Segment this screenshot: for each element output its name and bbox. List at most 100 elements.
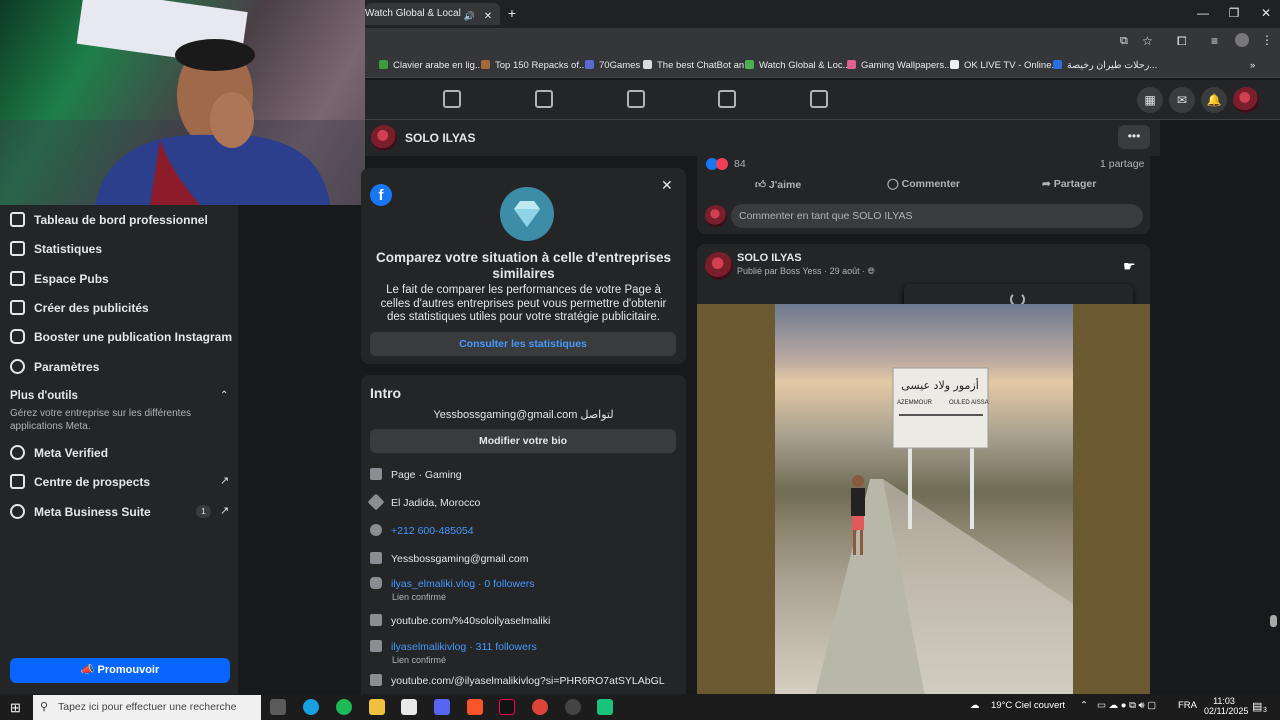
share-button[interactable]: ➦ Partager	[1042, 178, 1096, 190]
bookmark-star-icon[interactable]: ☆	[1142, 34, 1153, 48]
close-icon[interactable]: ✕	[661, 177, 673, 194]
intro-category: Page · Gaming	[370, 468, 462, 481]
speaker-icon[interactable]: 🔊	[464, 11, 475, 21]
sidebar-item-boost-instagram[interactable]: Booster une publication Instagram	[10, 329, 232, 344]
like-button[interactable]: 👍︎ J'aime	[755, 178, 801, 191]
instagram-icon	[10, 329, 25, 344]
clock[interactable]: 11:03 02/11/2025	[1204, 696, 1248, 716]
tiktok-icon[interactable]	[499, 699, 515, 715]
sign-arabic-text: أزمور ولاد عيسى	[901, 378, 979, 392]
view-statistics-button[interactable]: Consulter les statistiques	[370, 332, 676, 356]
task-view-icon[interactable]	[270, 699, 286, 715]
bookmark-item[interactable]: رحلات طيران رخيصة...	[1053, 60, 1157, 71]
intro-youtube-link[interactable]: youtube.com/%40soloilyaselmaliki	[370, 614, 550, 627]
new-tab-button[interactable]: +	[504, 5, 520, 21]
bookmark-item[interactable]: Gaming Wallpapers...	[847, 60, 952, 71]
home-icon[interactable]	[443, 90, 461, 108]
weather-icon[interactable]: ☁	[970, 700, 980, 711]
page-avatar[interactable]	[371, 125, 397, 151]
file-explorer-icon[interactable]	[369, 699, 385, 715]
sign-left-text: AZEMMOUR	[897, 400, 933, 406]
gear-icon	[10, 359, 25, 374]
store-icon[interactable]	[401, 699, 417, 715]
comment-button[interactable]: ◯ Commenter	[887, 178, 960, 190]
intro-phone: +212 600-485054	[370, 524, 474, 537]
page-name[interactable]: SOLO ILYAS	[405, 131, 475, 145]
share-count[interactable]: 1 partage	[1100, 158, 1144, 170]
thumbs-up-icon: 👍︎	[755, 179, 769, 191]
minimize-icon[interactable]: —	[1193, 6, 1213, 20]
post-photo[interactable]: أزمور ولاد عيسى AZEMMOUR OULED AISSA	[775, 304, 1073, 696]
intro-youtube-link-2[interactable]: youtube.com/@ilyaselmalikivlog?si=PHR6RO…	[370, 674, 665, 687]
weather-text[interactable]: 19°C Ciel couvert	[991, 700, 1065, 711]
install-icon[interactable]: ⧉	[1120, 35, 1128, 48]
chrome-icon[interactable]	[532, 699, 548, 715]
media-icon[interactable]: ≡	[1211, 34, 1218, 48]
bookmark-item[interactable]: Watch Global & Loc...	[745, 60, 851, 71]
app-icon[interactable]	[565, 699, 581, 715]
edge-icon[interactable]	[303, 699, 319, 715]
link-icon	[370, 614, 382, 626]
intro-instagram: ilyas_elmaliki.vlog · 0 followers Lien co…	[370, 577, 535, 602]
sign-right-text: OULED AISSA	[949, 400, 989, 406]
external-link-icon[interactable]: ↗	[220, 504, 229, 517]
browser-tab[interactable]: Watch Global & Local Live 🔊 ✕	[365, 3, 500, 25]
webcam-person-image	[0, 0, 365, 205]
compare-body: Le fait de comparer les performances de …	[380, 284, 667, 323]
windows-start-icon[interactable]: ⊞	[10, 700, 21, 716]
notifications-icon[interactable]: 🔔	[1201, 87, 1227, 113]
tool-meta-verified[interactable]: Meta Verified	[10, 445, 108, 460]
account-avatar[interactable]	[1233, 87, 1259, 113]
brave-icon[interactable]	[467, 699, 483, 715]
discord-icon[interactable]	[434, 699, 450, 715]
comment-input[interactable]: Commenter en tant que SOLO ILYAS	[731, 204, 1143, 228]
megaphone-icon[interactable]	[718, 90, 736, 108]
insights-icon[interactable]	[627, 90, 645, 108]
post-author[interactable]: SOLO ILYAS	[737, 252, 802, 264]
bookmark-item[interactable]: The best ChatBot an...	[643, 60, 752, 71]
bookmark-item[interactable]: Top 150 Repacks of...	[481, 60, 587, 71]
bookmark-item[interactable]: 70Games	[585, 60, 640, 71]
sidebar-item-statistics[interactable]: Statistiques	[10, 241, 102, 256]
spotify-icon[interactable]	[336, 699, 352, 715]
messenger-icon[interactable]: ✉	[1169, 87, 1195, 113]
chevron-up-icon[interactable]: ⌃	[220, 390, 228, 401]
flag-icon[interactable]	[535, 90, 553, 108]
close-window-icon[interactable]: ✕	[1256, 6, 1276, 20]
notifications-center-icon[interactable]: ▤	[1252, 700, 1262, 713]
page-scrollbar-thumb[interactable]	[1270, 615, 1277, 627]
sidebar-item-settings[interactable]: Paramètres	[10, 359, 99, 374]
tool-leads-center[interactable]: Centre de prospects	[10, 474, 150, 489]
promote-button[interactable]: 📣 Promouvoir	[10, 658, 230, 683]
tool-meta-business-suite[interactable]: Meta Business Suite	[10, 504, 151, 519]
sidebar-item-create-ads[interactable]: Créer des publicités	[10, 300, 149, 315]
bookmark-item[interactable]: OK LIVE TV - Online...	[950, 60, 1059, 71]
maximize-icon[interactable]: ❐	[1224, 6, 1244, 20]
external-link-icon[interactable]: ↗	[220, 474, 229, 487]
sidebar-item-ads-space[interactable]: Espace Pubs	[10, 271, 109, 286]
profile-icon[interactable]	[1235, 33, 1249, 47]
sidebar-item-dashboard[interactable]: Tableau de bord professionnel	[10, 212, 208, 227]
bookmarks-overflow-icon[interactable]: »	[1250, 60, 1255, 71]
app-icon[interactable]	[597, 699, 613, 715]
author-avatar[interactable]	[705, 252, 733, 280]
notification-count: 3	[1263, 707, 1267, 714]
bookmark-item[interactable]: Clavier arabe en lig...	[379, 60, 483, 71]
reaction-count[interactable]: 84	[734, 158, 746, 170]
extensions-icon[interactable]: ⧠	[1177, 34, 1187, 49]
video-icon[interactable]	[810, 90, 828, 108]
tray-chevron-icon[interactable]: ⌃	[1080, 700, 1088, 711]
business-suite-icon	[10, 504, 25, 519]
edit-bio-button[interactable]: Modifier votre bio	[370, 429, 676, 453]
taskbar-search-input[interactable]: Tapez ici pour effectuer une recherche	[33, 695, 261, 720]
address-bar[interactable]: ⧉ ☆ ⧠ ≡ ⋮	[365, 28, 1280, 56]
megaphone-icon	[10, 271, 25, 286]
language-indicator[interactable]: FRA	[1178, 700, 1197, 711]
tab-close-icon[interactable]: ✕	[484, 11, 492, 22]
browser-menu-icon[interactable]: ⋮	[1261, 33, 1273, 47]
tray-icons[interactable]: ▭ ☁ ● ⧉ 🔊︎ ▢	[1097, 700, 1156, 711]
apps-grid-icon[interactable]: ▦	[1137, 87, 1163, 113]
more-options-button[interactable]: •••	[1118, 125, 1150, 149]
facebook-top-nav: ▦ ✉ 🔔	[365, 80, 1280, 120]
compare-title: Comparez votre situation à celle d'entre…	[375, 250, 672, 281]
